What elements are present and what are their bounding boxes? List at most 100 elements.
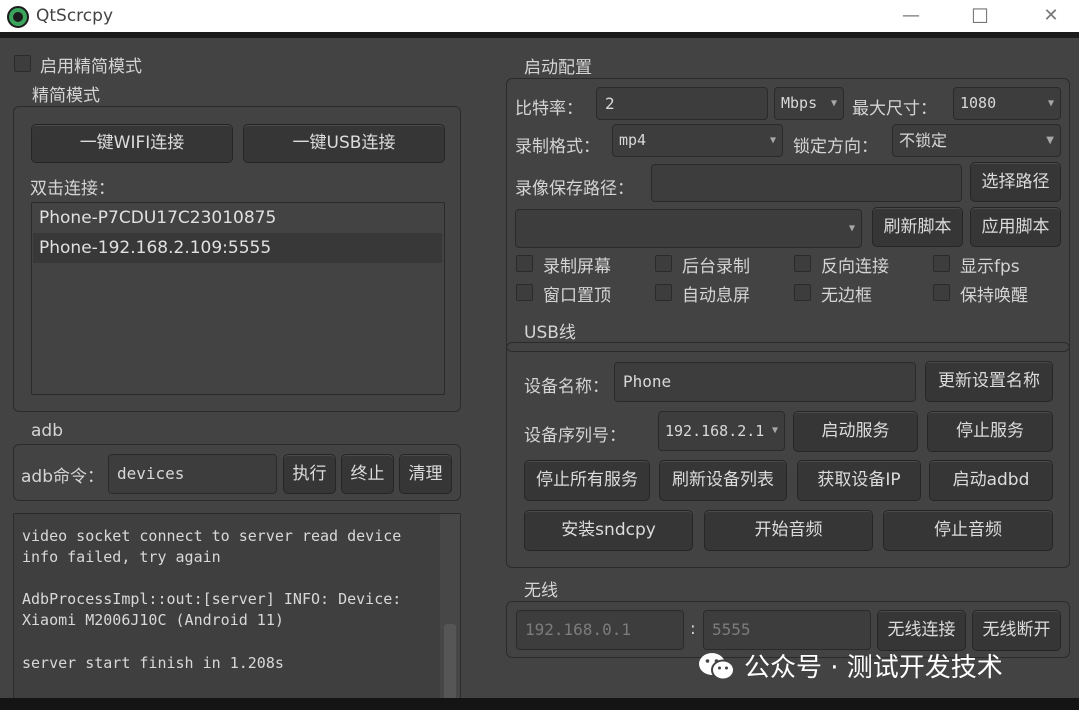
background-record-checkbox[interactable] xyxy=(655,255,672,272)
record-screen-checkbox[interactable] xyxy=(516,255,533,272)
lock-orientation-value: 不锁定 xyxy=(899,131,948,150)
device-serial-select[interactable]: 192.168.2.1 ▼ xyxy=(658,411,785,451)
execute-button[interactable]: 执行 xyxy=(283,454,336,494)
record-save-path-label: 录像保存路径： xyxy=(515,179,634,199)
close-button[interactable]: ✕ xyxy=(1028,2,1074,30)
log-output[interactable]: video socket connect to server read devi… xyxy=(13,513,461,703)
apply-script-button[interactable]: 应用脚本 xyxy=(970,207,1061,247)
log-line: server start finish in 1.208s xyxy=(22,654,284,672)
device-name-label: 设备名称： xyxy=(524,377,609,397)
adb-command-label: adb命令： xyxy=(21,467,104,487)
watermark-text: 公众号 · 测试开发技术 xyxy=(744,653,1003,683)
chevron-down-icon: ▼ xyxy=(830,98,837,109)
main-window: 启用精简模式 精简模式 一键WIFI连接 一键USB连接 双击连接： Phone… xyxy=(0,38,1079,703)
bitrate-unit-value: Mbps xyxy=(781,94,818,112)
stay-awake-checkbox[interactable] xyxy=(933,284,950,301)
wireless-ip-input[interactable]: 192.168.0.1 xyxy=(516,610,684,650)
list-item[interactable]: Phone-192.168.2.109:5555 xyxy=(33,233,442,263)
one-click-wifi-connect-button[interactable]: 一键WIFI连接 xyxy=(31,124,233,163)
device-name-input[interactable]: Phone xyxy=(614,362,916,402)
simple-mode-group: 一键WIFI连接 一键USB连接 双击连接： Phone-P7CDU17C230… xyxy=(13,106,461,412)
device-serial-label: 设备序列号： xyxy=(524,426,626,446)
window-title: QtScrcpy xyxy=(36,6,113,26)
title-bar: QtScrcpy — ☐ ✕ xyxy=(0,0,1079,32)
install-sndcpy-button[interactable]: 安装sndcpy xyxy=(524,510,693,551)
wireless-disconnect-button[interactable]: 无线断开 xyxy=(972,610,1061,651)
log-line: video socket connect to server read devi… xyxy=(22,527,402,545)
simple-mode-checkbox[interactable] xyxy=(14,55,31,72)
log-line: info failed, try again xyxy=(22,548,221,566)
frameless-checkbox[interactable] xyxy=(794,284,811,301)
show-fps-checkbox[interactable] xyxy=(933,255,950,272)
ip-port-separator: : xyxy=(690,619,696,639)
double-click-connect-label: 双击连接： xyxy=(30,179,115,199)
launch-config-group: 比特率： 2 Mbps ▼ 最大尺寸： 1080 ▼ 录制格式： mp4 ▼ 锁定方向… xyxy=(506,78,1070,352)
device-serial-value: 192.168.2.1 xyxy=(665,422,765,440)
log-scrollbar[interactable] xyxy=(440,514,460,702)
script-select[interactable]: ▼ xyxy=(515,209,862,248)
chevron-down-icon: ▼ xyxy=(848,223,855,234)
stop-service-button[interactable]: 停止服务 xyxy=(927,411,1053,452)
record-format-select[interactable]: mp4 ▼ xyxy=(612,124,783,157)
bitrate-unit-select[interactable]: Mbps ▼ xyxy=(774,87,844,120)
record-format-value: mp4 xyxy=(619,131,647,149)
minimize-button[interactable]: — xyxy=(888,2,934,30)
auto-screen-off-checkbox[interactable] xyxy=(655,284,672,301)
start-service-button[interactable]: 启动服务 xyxy=(793,411,918,452)
wireless-connect-button[interactable]: 无线连接 xyxy=(877,610,966,651)
maximize-button[interactable]: ☐ xyxy=(957,2,1003,30)
record-save-path-input[interactable] xyxy=(651,164,962,202)
window-on-top-checkbox[interactable] xyxy=(516,284,533,301)
bitrate-label: 比特率： xyxy=(515,99,583,119)
start-audio-button[interactable]: 开始音频 xyxy=(704,510,873,551)
window-on-top-label: 窗口置顶 xyxy=(543,286,611,306)
simple-mode-group-title: 精简模式 xyxy=(32,86,100,106)
adb-command-input[interactable]: devices xyxy=(108,454,277,494)
log-scroll-thumb[interactable] xyxy=(444,624,456,700)
terminate-button[interactable]: 终止 xyxy=(341,454,394,494)
wireless-group-title: 无线 xyxy=(524,581,558,601)
stop-all-services-button[interactable]: 停止所有服务 xyxy=(524,460,650,501)
simple-mode-checkbox-label: 启用精简模式 xyxy=(40,57,142,77)
update-device-name-button[interactable]: 更新设置名称 xyxy=(925,361,1053,402)
max-size-select[interactable]: 1080 ▼ xyxy=(953,87,1061,120)
log-line: Xiaomi M2006J10C (Android 11) xyxy=(22,611,284,629)
chevron-down-icon: ▼ xyxy=(769,135,776,146)
device-list[interactable]: Phone-P7CDU17C23010875 Phone-192.168.2.1… xyxy=(31,202,445,395)
refresh-device-list-button[interactable]: 刷新设备列表 xyxy=(659,460,787,501)
stay-awake-label: 保持唤醒 xyxy=(960,286,1028,306)
record-format-label: 录制格式： xyxy=(515,137,600,157)
lock-orientation-select[interactable]: 不锁定 ▼ xyxy=(892,124,1061,157)
reverse-connect-checkbox[interactable] xyxy=(794,255,811,272)
wechat-icon xyxy=(699,653,735,681)
adb-group: adb命令： devices 执行 终止 清理 xyxy=(13,444,461,501)
chevron-down-icon: ▼ xyxy=(771,425,778,436)
adb-group-title: adb xyxy=(31,421,63,441)
chevron-down-icon: ▼ xyxy=(1047,98,1054,109)
stop-audio-button[interactable]: 停止音频 xyxy=(883,510,1053,551)
android-app-icon xyxy=(7,6,29,28)
one-click-usb-connect-button[interactable]: 一键USB连接 xyxy=(243,124,445,163)
usb-group-title: USB线 xyxy=(524,323,576,343)
clear-button[interactable]: 清理 xyxy=(399,454,452,494)
refresh-script-button[interactable]: 刷新脚本 xyxy=(872,207,963,247)
auto-screen-off-label: 自动息屏 xyxy=(682,286,750,306)
wireless-port-input[interactable]: 5555 xyxy=(703,610,871,650)
usb-group: 设备名称： Phone 更新设置名称 设备序列号： 192.168.2.1 ▼ 启… xyxy=(506,342,1070,568)
reverse-connect-label: 反向连接 xyxy=(821,257,889,277)
show-fps-label: 显示fps xyxy=(960,257,1020,277)
launch-config-group-title: 启动配置 xyxy=(524,58,592,78)
select-path-button[interactable]: 选择路径 xyxy=(970,162,1061,202)
background-record-label: 后台录制 xyxy=(682,257,750,277)
get-device-ip-button[interactable]: 获取设备IP xyxy=(797,460,921,501)
record-screen-label: 录制屏幕 xyxy=(543,257,611,277)
frameless-label: 无边框 xyxy=(821,286,872,306)
list-item[interactable]: Phone-P7CDU17C23010875 xyxy=(33,203,442,233)
bitrate-input[interactable]: 2 xyxy=(596,87,768,120)
lock-orientation-label: 锁定方向： xyxy=(793,137,878,157)
chevron-down-icon: ▼ xyxy=(1046,135,1054,146)
max-size-value: 1080 xyxy=(960,94,997,112)
log-line: AdbProcessImpl::out:[server] INFO: Devic… xyxy=(22,590,402,608)
max-size-label: 最大尺寸： xyxy=(852,99,937,119)
start-adbd-button[interactable]: 启动adbd xyxy=(929,460,1053,501)
